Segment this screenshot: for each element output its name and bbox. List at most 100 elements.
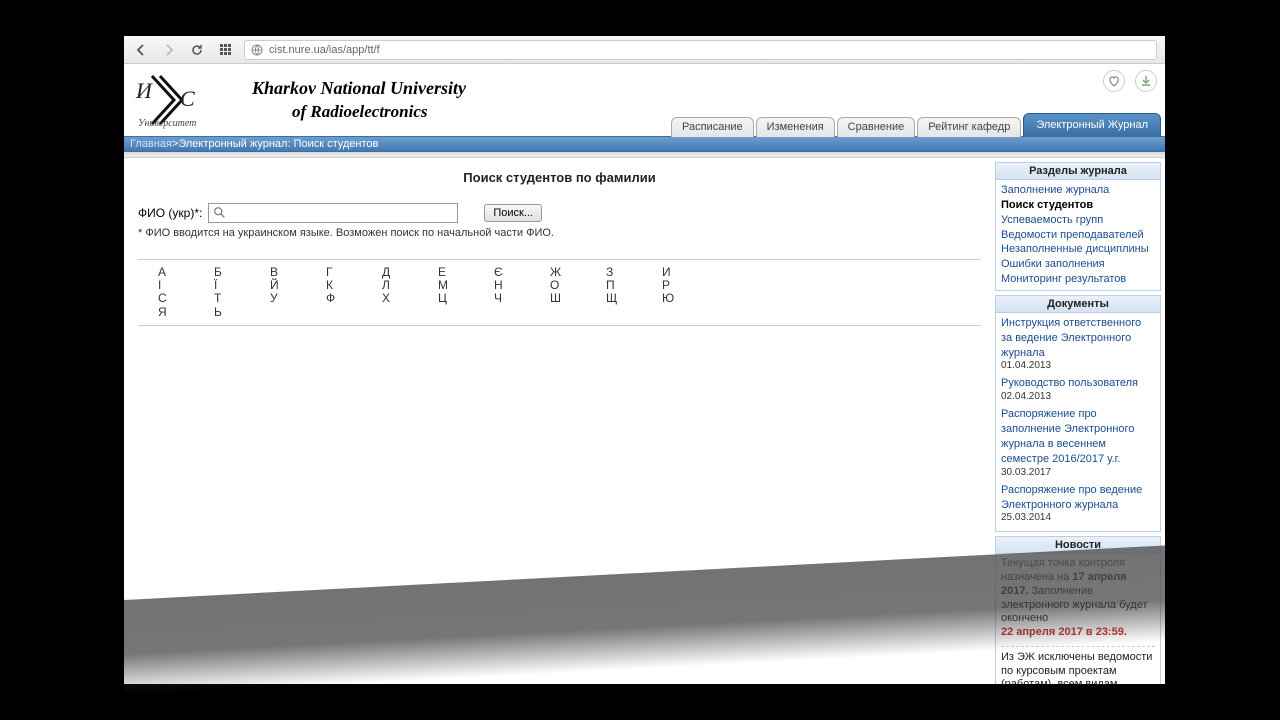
alpha-letter[interactable]: І: [158, 278, 161, 292]
alpha-letter[interactable]: Ж: [550, 265, 561, 279]
grid-icon: [220, 44, 231, 55]
alpha-letter[interactable]: К: [326, 278, 333, 292]
back-button[interactable]: [132, 41, 150, 59]
section-monitor[interactable]: Мониторинг результатов: [1001, 272, 1155, 287]
alpha-letter[interactable]: Ь: [214, 305, 222, 319]
alpha-letter[interactable]: В: [270, 265, 278, 279]
alpha-letter[interactable]: П: [606, 278, 615, 292]
document-date: 01.04.2013: [1001, 360, 1155, 371]
main-panel: Поиск студентов по фамилии ФИО (укр)*: П…: [124, 158, 995, 684]
news-item: Текущая точка контроля назначена на 17 а…: [1001, 557, 1155, 640]
alpha-letter[interactable]: Л: [382, 278, 390, 292]
breadcrumb: Главная > Электронный журнал: Поиск студ…: [124, 136, 1165, 152]
alpha-letter[interactable]: Р: [662, 278, 670, 292]
university-logo: И С Университет: [132, 68, 242, 132]
document-date: 25.03.2014: [1001, 512, 1155, 523]
nav-tabs: Расписание Изменения Сравнение Рейтинг к…: [671, 113, 1161, 137]
url-bar[interactable]: cist.nure.ua/ias/app/tt/f: [244, 40, 1157, 60]
download-button[interactable]: [1135, 70, 1157, 92]
page-header: И С Университет Kharkov National Univers…: [124, 64, 1165, 136]
apps-button[interactable]: [216, 41, 234, 59]
panel-documents-header: Документы: [996, 296, 1160, 313]
document-item: Инструкция ответственного за ведение Эле…: [1001, 316, 1155, 372]
document-item: Руководство пользователя02.04.2013: [1001, 376, 1155, 402]
sidebar: Разделы журнала Заполнение журнала Поиск…: [995, 158, 1165, 684]
forward-button[interactable]: [160, 41, 178, 59]
url-text: cist.nure.ua/ias/app/tt/f: [269, 44, 380, 56]
document-item: Распоряжение про заполнение Электронного…: [1001, 407, 1155, 477]
alpha-letter[interactable]: Е: [438, 265, 446, 279]
page-title: Поиск студентов по фамилии: [138, 170, 981, 185]
svg-text:С: С: [180, 86, 195, 111]
tab-rating[interactable]: Рейтинг кафедр: [917, 117, 1021, 137]
alpha-letter[interactable]: Ї: [214, 278, 217, 292]
alpha-letter[interactable]: А: [158, 265, 166, 279]
section-groups[interactable]: Успеваемость групп: [1001, 213, 1155, 228]
document-date: 02.04.2013: [1001, 391, 1155, 402]
panel-documents: Документы Инструкция ответственного за в…: [995, 295, 1161, 532]
panel-sections: Разделы журнала Заполнение журнала Поиск…: [995, 162, 1161, 291]
alpha-letter[interactable]: Г: [326, 265, 333, 279]
uni-line1: Kharkov National University: [252, 77, 466, 100]
tab-changes[interactable]: Изменения: [756, 117, 835, 137]
panel-news-header: Новости: [996, 537, 1160, 554]
page: И С Университет Kharkov National Univers…: [124, 64, 1165, 684]
alpha-letter[interactable]: Є: [494, 265, 503, 279]
tab-schedule[interactable]: Расписание: [671, 117, 754, 137]
alpha-letter[interactable]: Н: [494, 278, 503, 292]
tab-compare[interactable]: Сравнение: [837, 117, 916, 137]
section-errors[interactable]: Ошибки заполнения: [1001, 257, 1155, 272]
alpha-letter[interactable]: Ц: [438, 291, 447, 305]
university-name: Kharkov National University of Radioelec…: [252, 77, 466, 122]
alpha-letter[interactable]: Я: [158, 305, 167, 319]
favorite-button[interactable]: [1103, 70, 1125, 92]
alpha-letter[interactable]: Х: [382, 291, 390, 305]
browser-window: cist.nure.ua/ias/app/tt/f И С Университе…: [124, 36, 1165, 684]
globe-icon: [251, 44, 263, 56]
document-link[interactable]: Руководство пользователя: [1001, 376, 1155, 391]
alphabet-index: А Б В Г Д Е Є Ж З И І Ї Й К Л М Н О П Р С Т У Ф Х Ц Ч Ш Щ Ю Я Ь: [138, 259, 981, 326]
search-row: ФИО (укр)*: Поиск...: [138, 203, 981, 223]
alpha-letter[interactable]: Ш: [550, 291, 561, 305]
document-link[interactable]: Распоряжение про заполнение Электронного…: [1001, 407, 1155, 466]
panel-sections-header: Разделы журнала: [996, 163, 1160, 180]
content: Поиск студентов по фамилии ФИО (укр)*: П…: [124, 158, 1165, 684]
fio-input[interactable]: [208, 203, 458, 223]
fio-hint: * ФИО вводится на украинском языке. Возм…: [138, 227, 981, 239]
tab-ejournal[interactable]: Электронный Журнал: [1023, 113, 1161, 137]
alpha-letter[interactable]: З: [606, 265, 613, 279]
alpha-letter[interactable]: Ч: [494, 291, 502, 305]
breadcrumb-current[interactable]: Электронный журнал: Поиск студентов: [178, 138, 378, 150]
fio-label: ФИО (укр)*:: [138, 206, 202, 220]
uni-line2: of Radioelectronics: [252, 101, 466, 123]
section-fill[interactable]: Заполнение журнала: [1001, 183, 1155, 198]
page-actions: [1103, 70, 1157, 92]
search-button[interactable]: Поиск...: [484, 204, 542, 222]
alpha-letter[interactable]: Б: [214, 265, 222, 279]
alpha-letter[interactable]: Й: [270, 278, 279, 292]
alpha-letter[interactable]: И: [662, 265, 671, 279]
alpha-letter[interactable]: Ф: [326, 291, 335, 305]
alpha-letter[interactable]: Д: [382, 265, 390, 279]
browser-toolbar: cist.nure.ua/ias/app/tt/f: [124, 36, 1165, 64]
alpha-letter[interactable]: Т: [214, 291, 221, 305]
download-icon: [1139, 74, 1153, 88]
reload-button[interactable]: [188, 41, 206, 59]
section-search[interactable]: Поиск студентов: [1001, 198, 1155, 213]
alpha-letter[interactable]: Ю: [662, 291, 674, 305]
document-date: 30.03.2017: [1001, 467, 1155, 478]
section-unfilled[interactable]: Незаполненные дисциплины: [1001, 242, 1155, 257]
panel-news: Новости Текущая точка контроля назначена…: [995, 536, 1161, 684]
alpha-letter[interactable]: С: [158, 291, 167, 305]
alpha-letter[interactable]: У: [270, 291, 278, 305]
section-vedom[interactable]: Ведомости преподавателей: [1001, 228, 1155, 243]
document-link[interactable]: Инструкция ответственного за ведение Эле…: [1001, 316, 1155, 361]
alpha-letter[interactable]: Щ: [606, 291, 617, 305]
document-link[interactable]: Распоряжение про ведение Электронного жу…: [1001, 483, 1155, 513]
alpha-letter[interactable]: М: [438, 278, 448, 292]
breadcrumb-home[interactable]: Главная: [130, 138, 172, 150]
alpha-letter[interactable]: О: [550, 278, 559, 292]
news-item: Из ЭЖ исключены ведомости по курсовым пр…: [1001, 651, 1155, 684]
svg-text:И: И: [135, 78, 153, 103]
heart-icon: [1107, 74, 1121, 88]
